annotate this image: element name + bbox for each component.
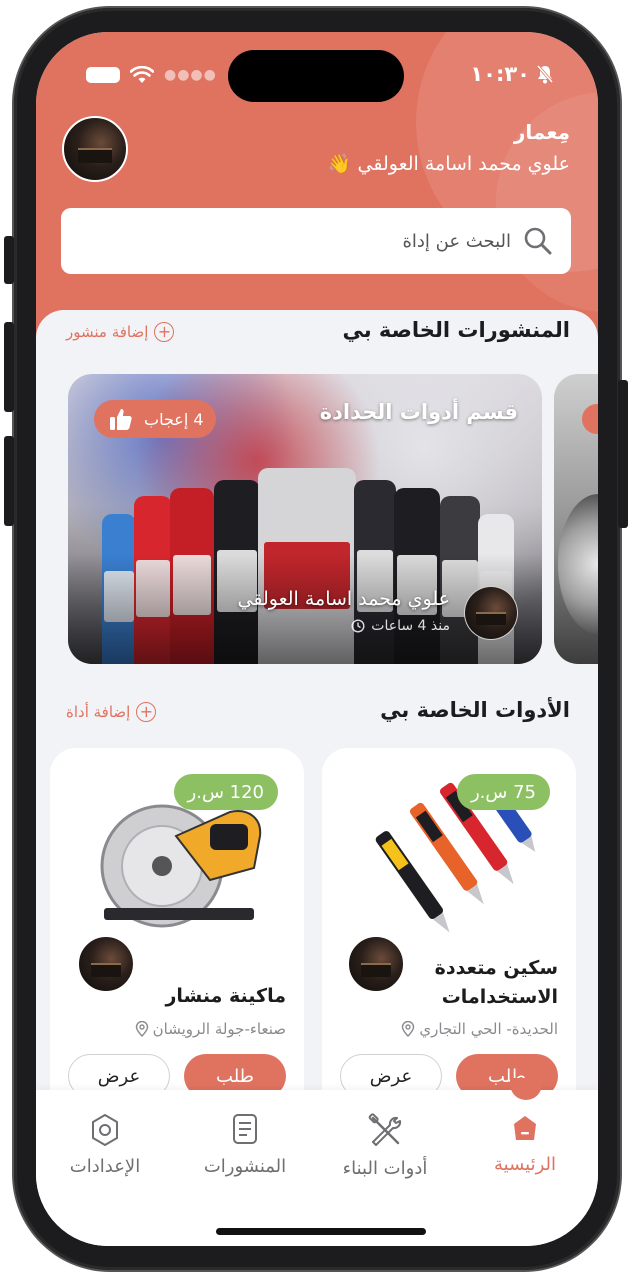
- tool-location: الحديدة- الحي التجاري: [401, 1020, 558, 1038]
- thumbs-up-icon: [110, 409, 132, 430]
- tab-settings[interactable]: الإعدادات: [40, 1112, 170, 1177]
- tab-home-label: الرئيسية: [494, 1154, 556, 1175]
- owner-avatar: [78, 936, 134, 992]
- tab-building-tools-label: أدوات البناء: [342, 1158, 428, 1179]
- post-card[interactable]: 4 إعجاب قسم أدوات الحدادة علوي محمد اسام…: [68, 374, 542, 664]
- next-post-badge: [582, 404, 598, 434]
- dynamic-island: [228, 50, 404, 102]
- mute-bell-icon: [536, 65, 554, 84]
- wifi-icon: [130, 66, 154, 83]
- add-post-button[interactable]: إضافة منشور +: [66, 322, 175, 342]
- likes-count: 4 إعجاب: [144, 409, 204, 429]
- settings-icon: [92, 1114, 118, 1146]
- next-post-card[interactable]: [554, 374, 598, 664]
- add-tool-label: إضافة أداة: [66, 703, 131, 721]
- silent-switch: [4, 236, 14, 284]
- owner-avatar: [348, 936, 404, 992]
- search-icon: [524, 227, 552, 255]
- location-pin-icon: [135, 1021, 148, 1037]
- clock-icon: [351, 619, 365, 633]
- battery-icon: [86, 67, 120, 83]
- app-screen: ●●●● ١٠:٣٠ مِعمار علوي محمد اسامة العولق…: [36, 32, 598, 1246]
- tool-location-text: صنعاء-جولة الرويشان: [152, 1020, 286, 1038]
- tool-card[interactable]: 120 س.ر ماكينة منشار صنعاء-جولة الرويشان…: [50, 748, 304, 1148]
- status-time: ١٠:٣٠: [470, 62, 554, 86]
- user-name: علوي محمد اسامة العولقي 👋: [327, 153, 570, 175]
- plus-circle-icon: +: [154, 322, 175, 342]
- tools-icon: [368, 1113, 402, 1146]
- post-time-text: منذ 4 ساعات: [371, 618, 450, 634]
- plus-circle-icon: +: [136, 702, 157, 722]
- post-time: منذ 4 ساعات: [351, 618, 450, 634]
- volume-down-button: [4, 436, 14, 526]
- signal-dots-icon: ●●●●: [164, 67, 217, 83]
- location-pin-icon: [402, 1021, 415, 1037]
- tools-section-title: الأدوات الخاصة بي: [380, 698, 570, 722]
- tab-building-tools[interactable]: أدوات البناء: [320, 1112, 450, 1179]
- price-badge: 120 س.ر: [173, 774, 278, 810]
- post-author-avatar: [464, 586, 518, 640]
- tab-bar: الرئيسية أدوات البناء المنشورات الإعدادا…: [36, 1090, 598, 1246]
- user-avatar[interactable]: [62, 116, 128, 182]
- time-text: ١٠:٣٠: [470, 62, 530, 86]
- posts-section-title: المنشورات الخاصة بي: [342, 318, 570, 342]
- tab-posts-label: المنشورات: [203, 1156, 287, 1177]
- tab-settings-label: الإعدادات: [69, 1156, 141, 1177]
- price-badge: 75 س.ر: [456, 774, 550, 810]
- tool-name: ماكينة منشار: [165, 985, 286, 1007]
- search-bar[interactable]: [61, 208, 571, 274]
- tab-posts[interactable]: المنشورات: [180, 1112, 310, 1177]
- tool-name: سكين متعددة الاستخدامات: [434, 957, 558, 1009]
- tool-location-text: الحديدة- الحي التجاري: [419, 1020, 558, 1038]
- likes-badge[interactable]: 4 إعجاب: [94, 400, 216, 438]
- search-input[interactable]: [91, 230, 511, 252]
- post-author: علوي محمد اسامة العولقي: [237, 588, 450, 610]
- home-icon: [514, 1116, 536, 1140]
- tab-home[interactable]: الرئيسية: [460, 1112, 590, 1175]
- post-title: قسم أدوات الحدادة: [319, 400, 518, 424]
- user-role: مِعمار: [513, 120, 570, 144]
- status-indicators: ●●●●: [86, 66, 217, 84]
- add-post-label: إضافة منشور: [66, 323, 149, 341]
- power-button: [618, 380, 628, 528]
- tool-location: صنعاء-جولة الرويشان: [135, 1020, 286, 1038]
- posts-icon: [233, 1114, 257, 1144]
- saw-blade-image: [558, 494, 598, 634]
- add-tool-button[interactable]: إضافة أداة +: [66, 702, 157, 722]
- home-indicator: [216, 1228, 426, 1235]
- volume-up-button: [4, 322, 14, 412]
